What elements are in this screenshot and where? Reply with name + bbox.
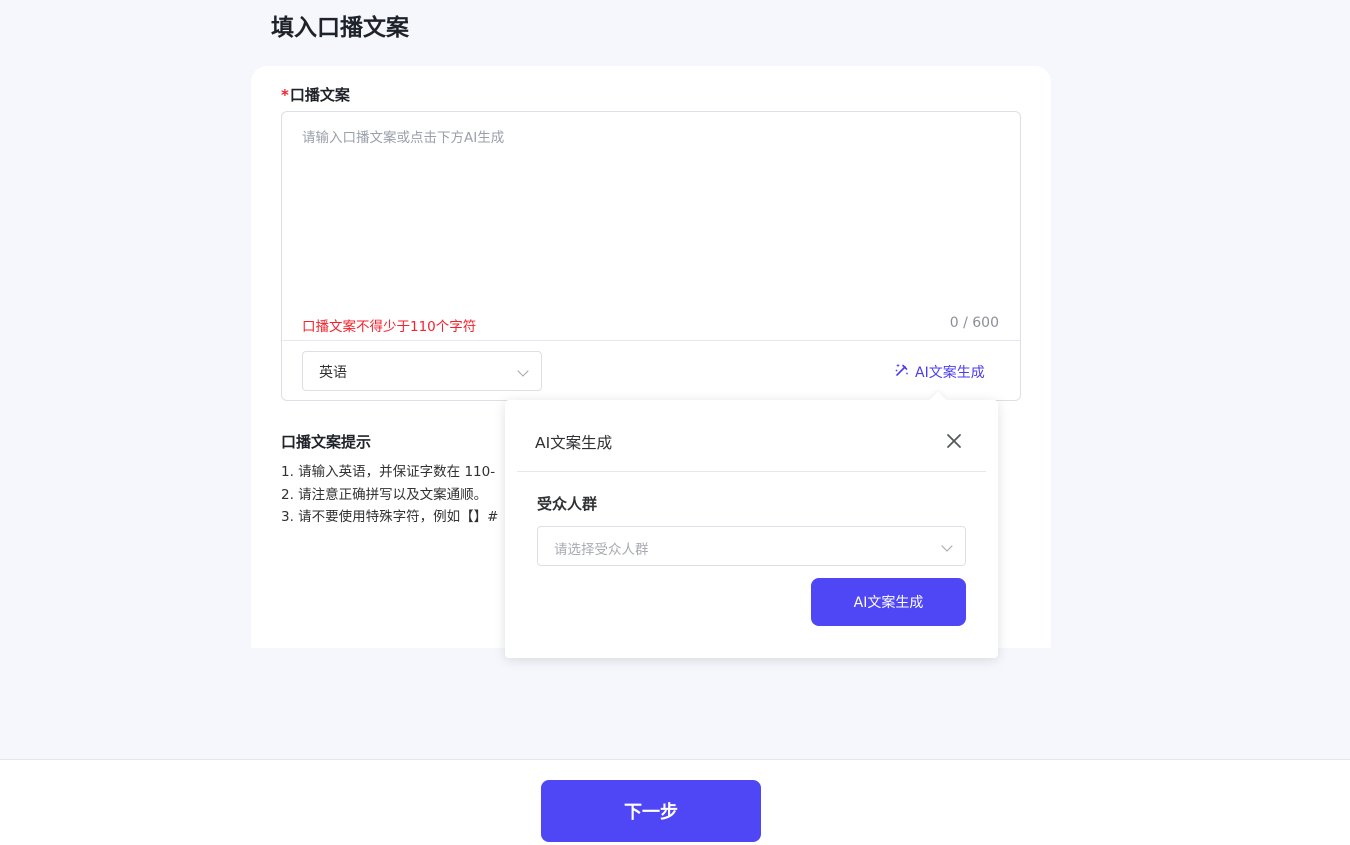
audience-select[interactable]: 请选择受众人群 [537,526,966,566]
script-field-label: *口播文案 [281,84,350,105]
tips-title: 口播文案提示 [281,433,372,451]
required-mark: * [281,86,289,104]
audience-label: 受众人群 [537,495,598,513]
ai-generate-link-label: AI文案生成 [915,365,985,381]
script-editor: 请输入口播文案或点击下方AI生成 口播文案不得少于110个字符 0 / 600 … [281,111,1021,401]
script-textarea[interactable]: 请输入口播文案或点击下方AI生成 [302,126,1002,306]
audience-select-placeholder: 请选择受众人群 [554,542,649,558]
page-title: 填入口播文案 [271,15,409,41]
magic-wand-icon [894,362,915,382]
ai-generate-link[interactable]: AI文案生成 [894,362,985,382]
language-select-value: 英语 [319,365,347,381]
chevron-down-icon [517,365,529,377]
char-counter: 0 / 600 [949,315,999,331]
next-step-button[interactable]: 下一步 [541,780,761,842]
tips-list: 1. 请输入英语，并保证字数在 110- 2. 请注意正确拼写以及文案通顺。 3… [281,461,505,529]
editor-divider [282,340,1020,341]
close-icon[interactable] [945,432,963,450]
tip-item: 3. 请不要使用特殊字符，例如【】# [281,509,499,525]
language-select[interactable]: 英语 [302,351,542,391]
chevron-down-icon [941,540,953,552]
tip-item: 1. 请输入英语，并保证字数在 110- [281,464,496,480]
popover-title: AI文案生成 [535,434,613,452]
script-label-text: 口播文案 [289,86,350,104]
footer-bar: 下一步 [0,759,1350,845]
ai-generate-popover: AI文案生成 受众人群 请选择受众人群 AI文案生成 [505,391,998,658]
script-error-message: 口播文案不得少于110个字符 [302,319,477,335]
popover-divider [517,471,986,472]
ai-generate-button[interactable]: AI文案生成 [811,578,966,626]
tip-item: 2. 请注意正确拼写以及文案通顺。 [281,486,488,503]
